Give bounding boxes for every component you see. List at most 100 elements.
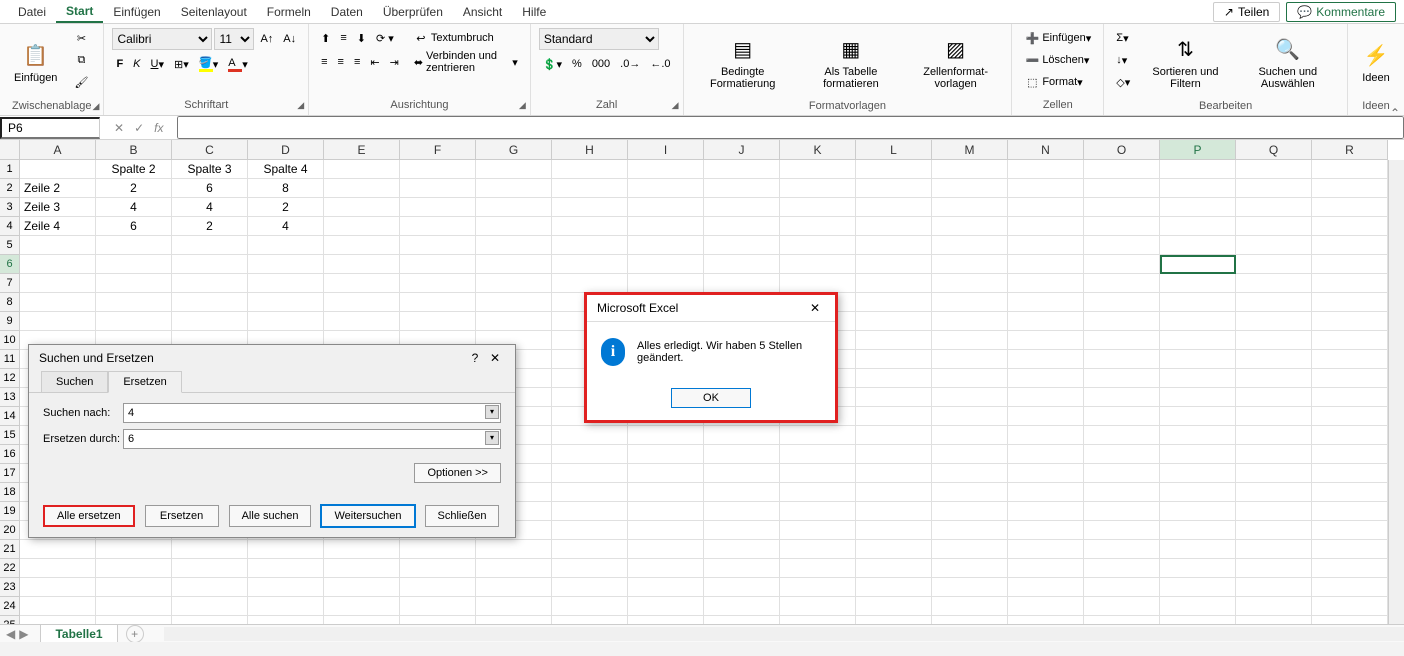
cell[interactable] xyxy=(628,160,704,179)
increase-indent-button[interactable]: ⇥ xyxy=(386,52,403,72)
cell[interactable] xyxy=(704,483,780,502)
cell[interactable] xyxy=(324,540,400,559)
cell[interactable] xyxy=(324,198,400,217)
cell[interactable] xyxy=(1084,502,1160,521)
menu-start[interactable]: Start xyxy=(56,1,103,23)
cell[interactable] xyxy=(1008,559,1084,578)
copy-button[interactable]: ⧉ xyxy=(69,50,95,70)
autosum-button[interactable]: Σ ▾ xyxy=(1112,28,1134,48)
cell[interactable] xyxy=(780,540,856,559)
cell[interactable] xyxy=(856,160,932,179)
cell[interactable] xyxy=(1160,540,1236,559)
find-dropdown-icon[interactable]: ▾ xyxy=(485,405,499,419)
align-middle-button[interactable]: ≡ xyxy=(336,28,350,48)
decrease-decimal-button[interactable]: ←.0 xyxy=(646,54,674,74)
cell[interactable] xyxy=(1312,160,1388,179)
underline-button[interactable]: U ▾ xyxy=(147,54,168,74)
cell[interactable] xyxy=(1312,179,1388,198)
bold-button[interactable]: F xyxy=(112,54,127,74)
cell[interactable] xyxy=(932,236,1008,255)
column-header[interactable]: F xyxy=(400,140,476,159)
find-input[interactable] xyxy=(123,403,501,423)
cell[interactable] xyxy=(1236,274,1312,293)
cell[interactable] xyxy=(1008,160,1084,179)
cell[interactable] xyxy=(780,521,856,540)
cell[interactable] xyxy=(856,198,932,217)
formula-bar[interactable] xyxy=(177,116,1404,139)
cell[interactable] xyxy=(1236,350,1312,369)
cell[interactable] xyxy=(856,521,932,540)
cell[interactable] xyxy=(1160,293,1236,312)
cut-button[interactable]: ✂ xyxy=(69,28,95,48)
cell[interactable] xyxy=(1008,388,1084,407)
cell[interactable]: Spalte 4 xyxy=(248,160,324,179)
column-header[interactable]: D xyxy=(248,140,324,159)
cell[interactable]: Spalte 2 xyxy=(96,160,172,179)
cell[interactable] xyxy=(400,274,476,293)
row-header[interactable]: 18 xyxy=(0,483,19,502)
cell[interactable] xyxy=(1236,464,1312,483)
select-all-corner[interactable] xyxy=(0,140,20,159)
align-right-button[interactable]: ≡ xyxy=(350,52,364,72)
msgbox-close-icon[interactable]: ✕ xyxy=(805,301,825,315)
cell[interactable] xyxy=(552,616,628,624)
options-button[interactable]: Optionen >> xyxy=(414,463,501,483)
cell[interactable] xyxy=(932,445,1008,464)
cell[interactable] xyxy=(704,578,780,597)
cell[interactable] xyxy=(1312,483,1388,502)
row-header[interactable]: 1 xyxy=(0,160,19,179)
replace-dropdown-icon[interactable]: ▾ xyxy=(485,431,499,445)
cell[interactable] xyxy=(1084,616,1160,624)
close-button[interactable]: Schließen xyxy=(425,505,500,527)
cell[interactable] xyxy=(704,426,780,445)
tab-ersetzen[interactable]: Ersetzen xyxy=(108,371,181,393)
cell[interactable] xyxy=(856,331,932,350)
cell[interactable] xyxy=(932,483,1008,502)
cell[interactable] xyxy=(1312,369,1388,388)
comments-button[interactable]: 💬Kommentare xyxy=(1286,2,1396,22)
wrap-text-button[interactable]: ↩Textumbruch xyxy=(409,28,522,48)
cell[interactable] xyxy=(628,445,704,464)
column-header[interactable]: P xyxy=(1160,140,1236,159)
cell[interactable] xyxy=(628,502,704,521)
row-header[interactable]: 13 xyxy=(0,388,19,407)
cell[interactable] xyxy=(476,160,552,179)
column-header[interactable]: E xyxy=(324,140,400,159)
cell[interactable] xyxy=(1084,426,1160,445)
cell[interactable] xyxy=(400,540,476,559)
cell[interactable] xyxy=(400,255,476,274)
row-header[interactable]: 15 xyxy=(0,426,19,445)
cell[interactable] xyxy=(172,578,248,597)
cell[interactable] xyxy=(1084,369,1160,388)
cell[interactable] xyxy=(856,388,932,407)
cell[interactable] xyxy=(856,236,932,255)
cell[interactable] xyxy=(628,521,704,540)
font-launcher-icon[interactable]: ◢ xyxy=(297,100,304,111)
cell[interactable] xyxy=(20,236,96,255)
cell[interactable]: Spalte 3 xyxy=(172,160,248,179)
cell[interactable] xyxy=(1160,236,1236,255)
cell[interactable] xyxy=(400,559,476,578)
cell[interactable] xyxy=(1160,483,1236,502)
cell[interactable] xyxy=(780,464,856,483)
cell[interactable] xyxy=(552,426,628,445)
cell[interactable] xyxy=(628,217,704,236)
cell[interactable] xyxy=(704,217,780,236)
cell[interactable] xyxy=(552,217,628,236)
format-cells-button[interactable]: ⬚Format ▾ xyxy=(1020,72,1095,92)
cell[interactable] xyxy=(1160,597,1236,616)
cell[interactable] xyxy=(1084,483,1160,502)
cell[interactable] xyxy=(1312,388,1388,407)
column-header[interactable]: H xyxy=(552,140,628,159)
merge-center-button[interactable]: ⬌Verbinden und zentrieren ▾ xyxy=(409,52,522,72)
cell[interactable] xyxy=(1236,616,1312,624)
cell[interactable] xyxy=(1312,578,1388,597)
cell[interactable] xyxy=(780,616,856,624)
cell[interactable] xyxy=(1236,407,1312,426)
cell[interactable] xyxy=(856,445,932,464)
column-header[interactable]: B xyxy=(96,140,172,159)
cell[interactable] xyxy=(856,483,932,502)
cell[interactable] xyxy=(1084,331,1160,350)
cell[interactable] xyxy=(552,255,628,274)
cell[interactable] xyxy=(552,274,628,293)
